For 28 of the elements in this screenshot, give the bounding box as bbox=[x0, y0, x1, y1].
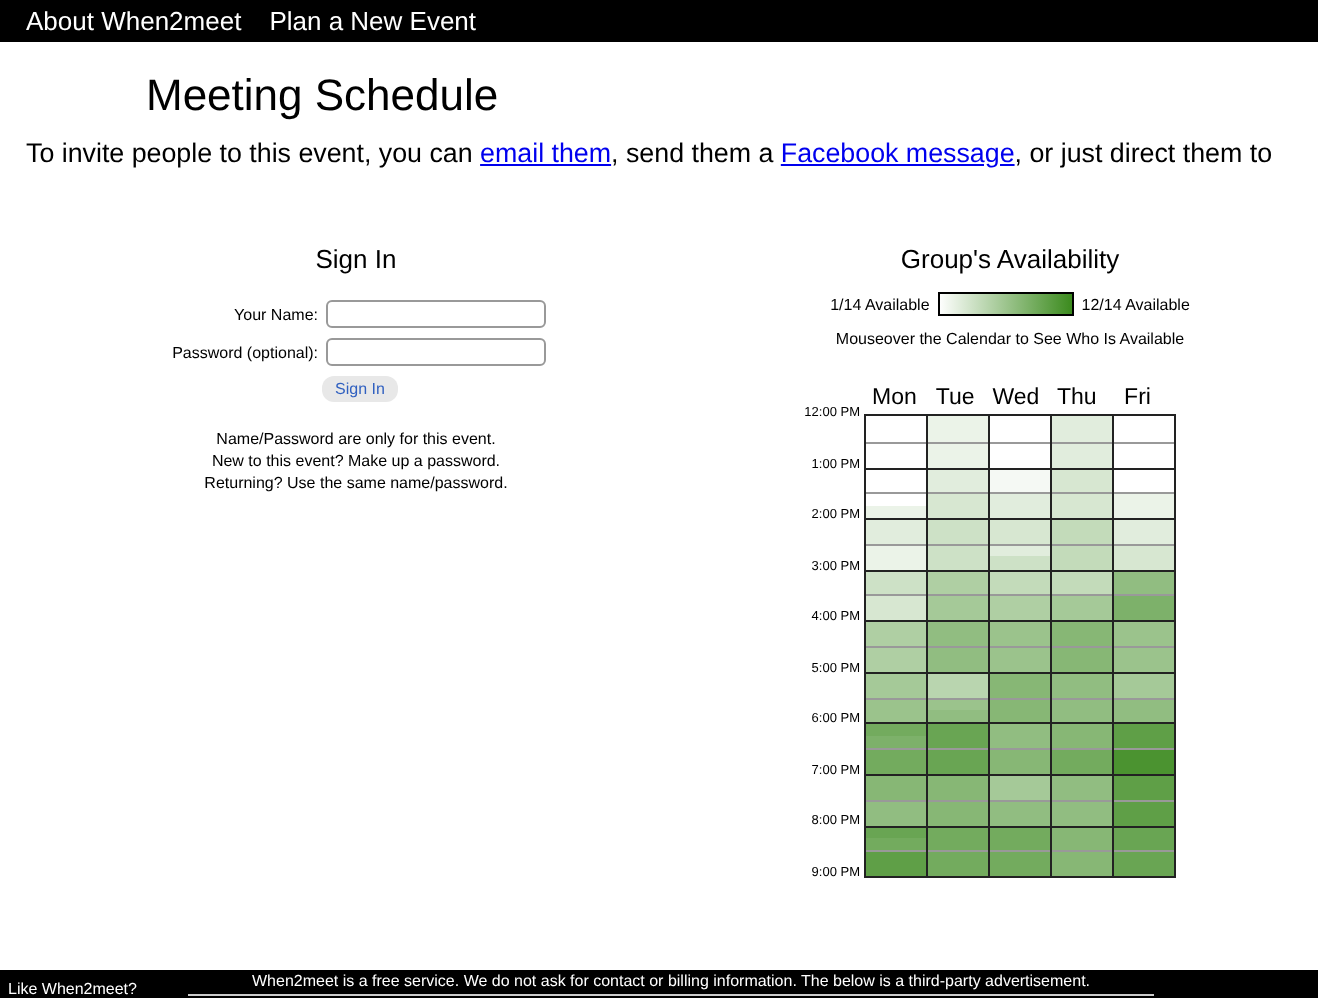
availability-heatmap[interactable] bbox=[864, 414, 1176, 879]
note-text: Name/Password are only for this event. bbox=[216, 430, 496, 448]
input-field[interactable] bbox=[326, 338, 546, 366]
field-label: Your Name: bbox=[232, 305, 318, 323]
facebook-link[interactable]: Facebook message bbox=[780, 138, 1015, 168]
day-label: Thu bbox=[1054, 384, 1099, 414]
legend-min-label: 1/14 Available bbox=[830, 295, 930, 313]
invite-text: To invite people to this event, you can email them, send them a Facebook message, or just direct them to bbox=[26, 138, 1275, 168]
day-label: Wed bbox=[990, 384, 1042, 414]
availability-heading: Group's Availability bbox=[900, 244, 1120, 274]
hint-text: Mouseover the Calendar to See Who Is Available bbox=[835, 330, 1185, 348]
day-label: Mon bbox=[870, 384, 919, 414]
day-label: Fri bbox=[1122, 384, 1153, 414]
legend-gradient bbox=[937, 292, 1074, 316]
footer-text: Like When2meet? bbox=[6, 980, 139, 998]
sign-in-heading: Sign In bbox=[315, 244, 397, 274]
note-text: Returning? Use the same name/password. bbox=[204, 474, 508, 492]
day-label: Tue bbox=[933, 384, 977, 414]
sign-in-button[interactable]: Sign In bbox=[321, 376, 399, 402]
note-text: New to this event? Make up a password. bbox=[211, 452, 501, 470]
legend-max-label: 12/14 Available bbox=[1081, 295, 1190, 313]
page-title: Meeting Schedule bbox=[146, 70, 501, 122]
input-field[interactable] bbox=[326, 300, 546, 328]
nav-link[interactable]: About When2meet bbox=[26, 6, 242, 36]
field-label: Password (optional): bbox=[170, 343, 318, 361]
footer-notice: When2meet is a free service. We do not ask for contact or billing information. The below is a third-party advertisement. bbox=[188, 972, 1155, 996]
email-link[interactable]: email them bbox=[480, 138, 612, 168]
nav-link[interactable]: Plan a New Event bbox=[269, 6, 477, 36]
